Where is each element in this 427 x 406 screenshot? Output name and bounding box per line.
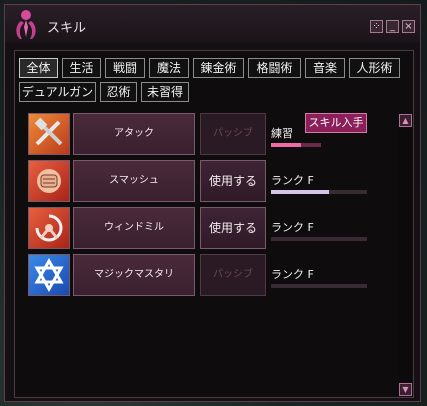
windmill-icon[interactable] — [28, 207, 70, 249]
skill-name-windmill[interactable]: ウィンドミル — [73, 207, 195, 249]
minimize-button[interactable]: _ — [386, 20, 399, 33]
progress-bar-smash — [271, 190, 367, 194]
passive-button-magic-mastery: パッシブ — [200, 254, 266, 296]
tab-life[interactable]: 生活 — [62, 58, 101, 78]
use-button-smash[interactable]: 使用する — [200, 160, 266, 202]
scroll-up-icon[interactable]: ▲ — [399, 114, 412, 127]
skill-list: アタック パッシブ 練習 スキル入手 スマッシュ 使用する ランク F ウィンド… — [20, 113, 398, 399]
skill-row-magic-mastery: マジックマスタリ パッシブ ランク F — [28, 254, 388, 296]
skill-row-attack: アタック パッシブ 練習 スキル入手 — [28, 113, 388, 155]
tab-combat[interactable]: 戦闘 — [105, 58, 145, 78]
progress-fill-attack — [271, 143, 301, 147]
tab-all[interactable]: 全体 — [19, 58, 58, 78]
tab-unlearned[interactable]: 未習得 — [141, 82, 189, 102]
rank-label-attack: 練習 — [271, 127, 293, 140]
attack-icon[interactable] — [28, 113, 70, 155]
progress-bar-windmill — [271, 237, 367, 241]
rank-label-magic-mastery: ランク F — [271, 268, 314, 281]
tab-dual-gun[interactable]: デュアルガン — [19, 82, 96, 102]
progress-fill-smash — [271, 190, 329, 194]
options-button[interactable]: ⁘ — [370, 20, 383, 33]
skill-row-windmill: ウィンドミル 使用する ランク F — [28, 207, 388, 249]
skill-name-magic-mastery[interactable]: マジックマスタリ — [73, 254, 195, 296]
progress-bar-attack — [271, 143, 321, 147]
skill-name-attack[interactable]: アタック — [73, 113, 195, 155]
skill-window-icon — [16, 10, 36, 39]
smash-icon[interactable] — [28, 160, 70, 202]
tab-music[interactable]: 音楽 — [305, 58, 345, 78]
tab-puppetry[interactable]: 人形術 — [349, 58, 400, 78]
skill-name-smash[interactable]: スマッシュ — [73, 160, 195, 202]
magic-mastery-icon[interactable] — [28, 254, 70, 296]
title-bar[interactable]: スキル ⁘ _ × — [5, 5, 420, 43]
rank-label-smash: ランク F — [271, 174, 314, 187]
scrollbar[interactable]: ▲ ▼ — [399, 114, 412, 396]
passive-button-attack: パッシブ — [200, 113, 266, 155]
tab-martial-arts[interactable]: 格闘術 — [248, 58, 301, 78]
rank-label-windmill: ランク F — [271, 221, 314, 234]
skill-window: スキル ⁘ _ × 全体 生活 戦闘 魔法 錬金術 格闘術 音楽 人形術 デュア… — [4, 4, 421, 402]
close-button[interactable]: × — [402, 20, 415, 33]
scroll-down-icon[interactable]: ▼ — [399, 383, 412, 396]
acquire-skill-button[interactable]: スキル入手 — [305, 113, 367, 133]
tab-alchemy[interactable]: 錬金術 — [193, 58, 244, 78]
progress-bar-magic-mastery — [271, 284, 367, 288]
tab-ninjutsu[interactable]: 忍術 — [100, 82, 137, 102]
use-button-windmill[interactable]: 使用する — [200, 207, 266, 249]
skill-row-smash: スマッシュ 使用する ランク F — [28, 160, 388, 202]
tab-magic[interactable]: 魔法 — [149, 58, 189, 78]
window-title: スキル — [47, 21, 87, 36]
